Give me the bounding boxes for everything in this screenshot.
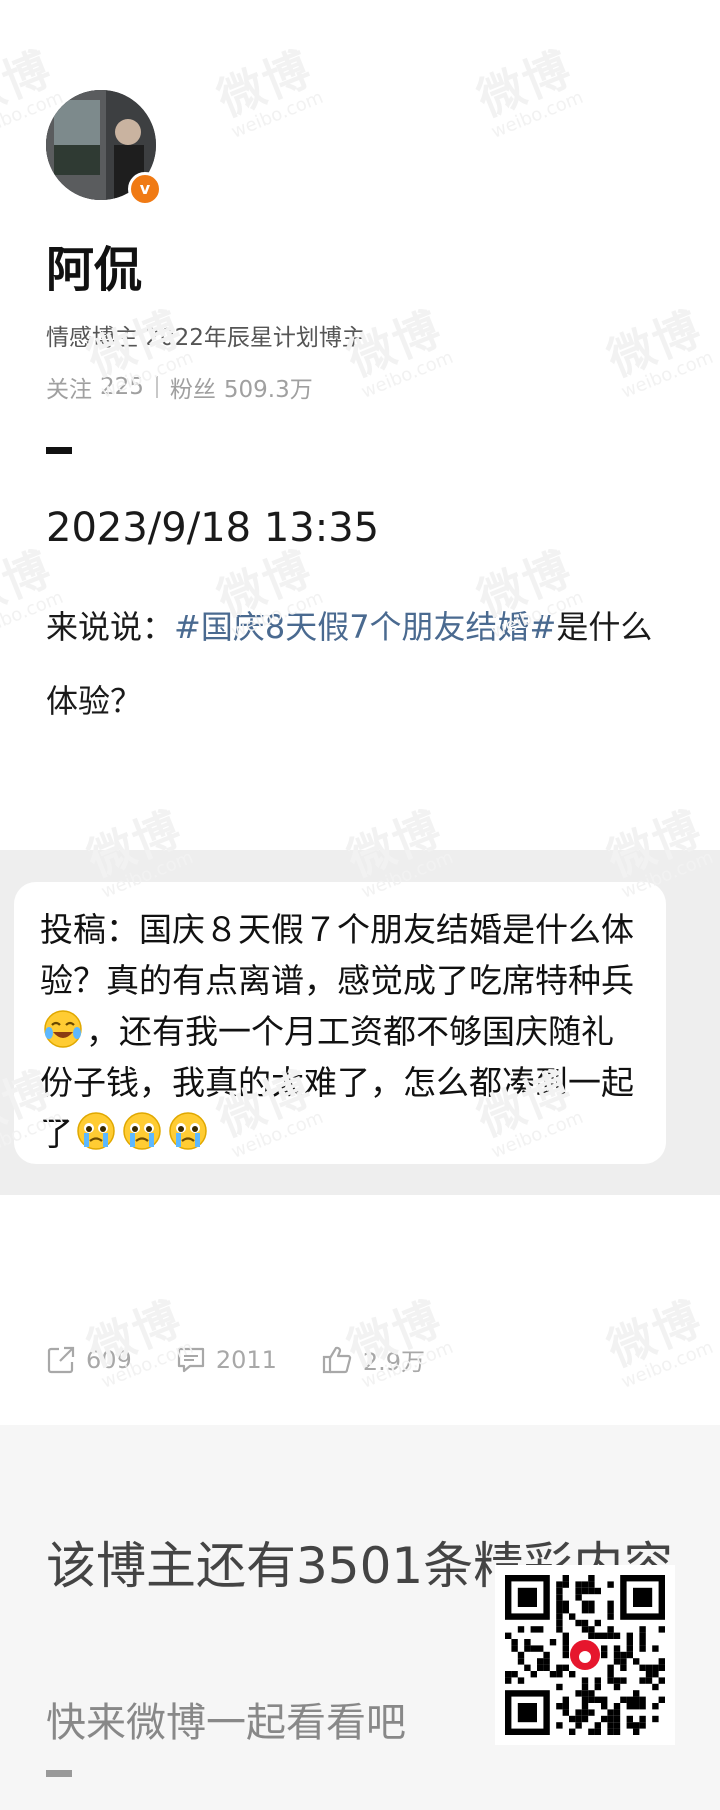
submission-text-part1: 投稿：国庆８天假７个朋友结婚是什么体验？真的有点离谱，感觉成了吃席特种兵 (40, 910, 634, 1000)
watermark: 微博 weibo.com (210, 40, 327, 143)
post-text: 来说说：#国庆8天假7个朋友结婚#是什么体验？ (46, 590, 666, 738)
hashtag-link[interactable]: #国庆8天假7个朋友结婚# (174, 608, 556, 646)
followers-label: 粉丝 (169, 377, 216, 403)
repost-button[interactable]: 609 (46, 1345, 132, 1375)
profile-name[interactable]: 阿侃 (46, 230, 142, 300)
post-actions: 609 2011 2.9万 (46, 1342, 469, 1377)
laugh-cry-emoji (43, 1009, 83, 1049)
comment-icon (177, 1347, 204, 1372)
profile-description: 情感博主 2022年辰星计划博主 (46, 325, 365, 351)
following-count[interactable]: 225 (100, 374, 144, 400)
watermark: 微博 weibo.com (470, 40, 587, 143)
submission-bubble: 投稿：国庆８天假７个朋友结婚是什么体验？真的有点离谱，感觉成了吃席特种兵，还有我… (14, 882, 666, 1164)
watermark: 微博 weibo.com (600, 1290, 717, 1393)
teary-emoji (76, 1111, 116, 1151)
thumbs-up-icon (322, 1346, 352, 1373)
like-count: 2.9万 (362, 1348, 426, 1376)
stats-divider (155, 376, 158, 398)
followers-count[interactable]: 509.3万 (224, 370, 313, 404)
section-divider (46, 447, 72, 454)
profile-stats: 关注 225 粉丝 509.3万 (46, 370, 313, 404)
footer-promo: 该博主还有3501条精彩内容 快来微博一起看看吧 (0, 1425, 720, 1810)
following-label: 关注 (46, 377, 92, 403)
verified-badge-icon: v (128, 172, 162, 206)
watermark: 微博 weibo.com (600, 300, 717, 403)
weibo-qr-code[interactable] (495, 1565, 675, 1745)
teary-emoji (122, 1111, 162, 1151)
like-button[interactable]: 2.9万 (321, 1342, 425, 1377)
repost-count: 609 (86, 1345, 132, 1374)
comment-button[interactable]: 2011 (176, 1345, 277, 1375)
post-text-prefix: 来说说： (46, 608, 175, 646)
share-icon (47, 1346, 75, 1373)
teary-emoji (168, 1111, 208, 1151)
footer-divider (46, 1770, 72, 1777)
post-timestamp: 2023/9/18 13:35 (46, 505, 380, 551)
footer-subtitle: 快来微博一起看看吧 (46, 1700, 406, 1746)
comment-count: 2011 (215, 1345, 277, 1374)
